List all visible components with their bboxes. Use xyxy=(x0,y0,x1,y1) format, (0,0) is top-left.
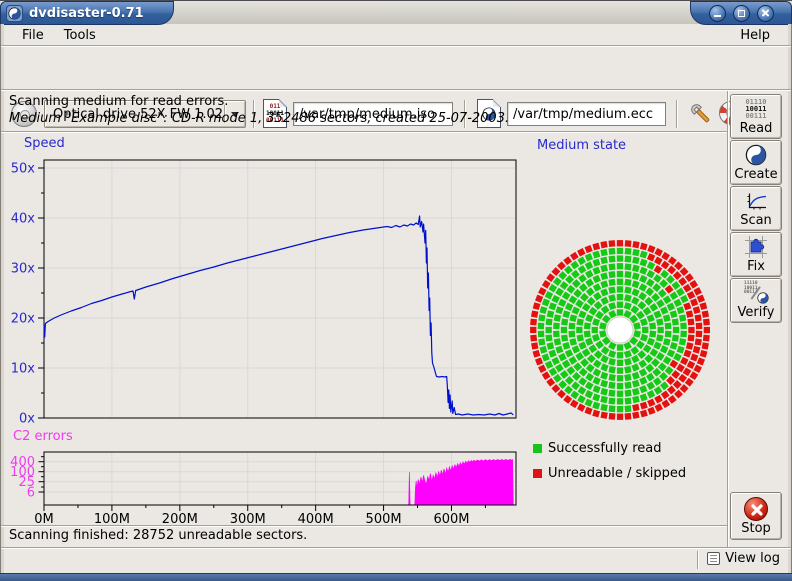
chart-curve-icon xyxy=(746,189,767,213)
sidebar-separator xyxy=(727,91,729,547)
minimize-button[interactable] xyxy=(709,5,726,22)
yinyang-icon xyxy=(745,143,767,167)
disc-visualization xyxy=(527,237,713,423)
scan-status-line: Scanning medium for read errors. xyxy=(9,94,228,109)
legend-item-unreadable: Unreadable / skipped xyxy=(533,466,686,481)
menubar: File Tools Help xyxy=(4,25,788,45)
speed-and-c2-charts: 0x10x20x30x40x50x6251004000M100M200M300M… xyxy=(0,133,530,533)
scan-result-status: Scanning finished: 28752 unreadable sect… xyxy=(9,528,307,543)
legend-green-swatch xyxy=(533,444,542,453)
maximize-button[interactable] xyxy=(733,5,750,22)
toolbar: Optical drive 52X FW 1.02 011 10011 0011… xyxy=(0,46,792,90)
svg-text:10x: 10x xyxy=(11,362,36,377)
svg-text:0x: 0x xyxy=(19,412,35,427)
svg-text:30x: 30x xyxy=(11,262,36,277)
toolbar-separator xyxy=(676,100,678,128)
menu-tools[interactable]: Tools xyxy=(54,27,106,44)
separator xyxy=(1,547,791,549)
close-button[interactable] xyxy=(757,5,774,22)
maximize-icon xyxy=(738,10,745,17)
svg-text:400: 400 xyxy=(10,455,35,470)
app-yinyang-icon xyxy=(6,5,23,22)
window-title: dvdisaster-0.71 xyxy=(29,6,144,21)
window-border-right xyxy=(788,24,792,573)
window-border-bottom xyxy=(0,573,792,581)
legend-item-read: Successfully read xyxy=(533,441,661,456)
verify-button[interactable]: 11110 10011 00111 Verify xyxy=(730,278,782,323)
svg-text:50x: 50x xyxy=(11,162,36,177)
compare-icon: 11110 10011 00111 xyxy=(743,282,769,304)
window-controls xyxy=(690,1,792,25)
puzzle-piece-icon xyxy=(745,235,767,259)
separator xyxy=(1,525,727,527)
create-button[interactable]: Create xyxy=(730,140,782,185)
legend-label: Unreadable / skipped xyxy=(548,466,686,481)
read-button[interactable]: 01110 10011 00111 Read xyxy=(730,94,782,139)
menu-help[interactable]: Help xyxy=(730,27,780,44)
app-window: dvdisaster-0.71 File Tools Help Optical … xyxy=(0,0,792,581)
legend-label: Successfully read xyxy=(548,441,661,456)
fix-button[interactable]: Fix xyxy=(730,232,782,277)
stop-button[interactable]: Stop xyxy=(730,492,782,540)
title-tab[interactable]: dvdisaster-0.71 xyxy=(0,1,174,25)
menu-file[interactable]: File xyxy=(12,27,54,44)
svg-text:20x: 20x xyxy=(11,312,36,327)
wrench-icon xyxy=(687,100,713,126)
separator xyxy=(1,89,791,91)
medium-info-line: Medium "Example disc": CD-R mode 1, 3524… xyxy=(9,111,509,126)
medium-state-title: Medium state xyxy=(537,138,626,153)
yinyang-icon xyxy=(757,292,769,304)
legend-red-swatch xyxy=(533,469,542,478)
stop-icon xyxy=(744,497,768,521)
titlebar[interactable]: dvdisaster-0.71 xyxy=(0,0,792,24)
statusbar-separator xyxy=(697,551,699,569)
scan-button[interactable]: Scan xyxy=(730,186,782,231)
preferences-button[interactable] xyxy=(686,99,714,127)
svg-text:40x: 40x xyxy=(11,212,36,227)
view-log-label: View log xyxy=(725,551,780,566)
log-icon xyxy=(707,552,720,565)
view-log-button[interactable]: View log xyxy=(707,551,780,566)
minimize-icon xyxy=(714,15,721,17)
ecc-file-input[interactable] xyxy=(507,102,666,126)
binary-lines-icon: 01110 10011 00111 xyxy=(745,97,766,121)
